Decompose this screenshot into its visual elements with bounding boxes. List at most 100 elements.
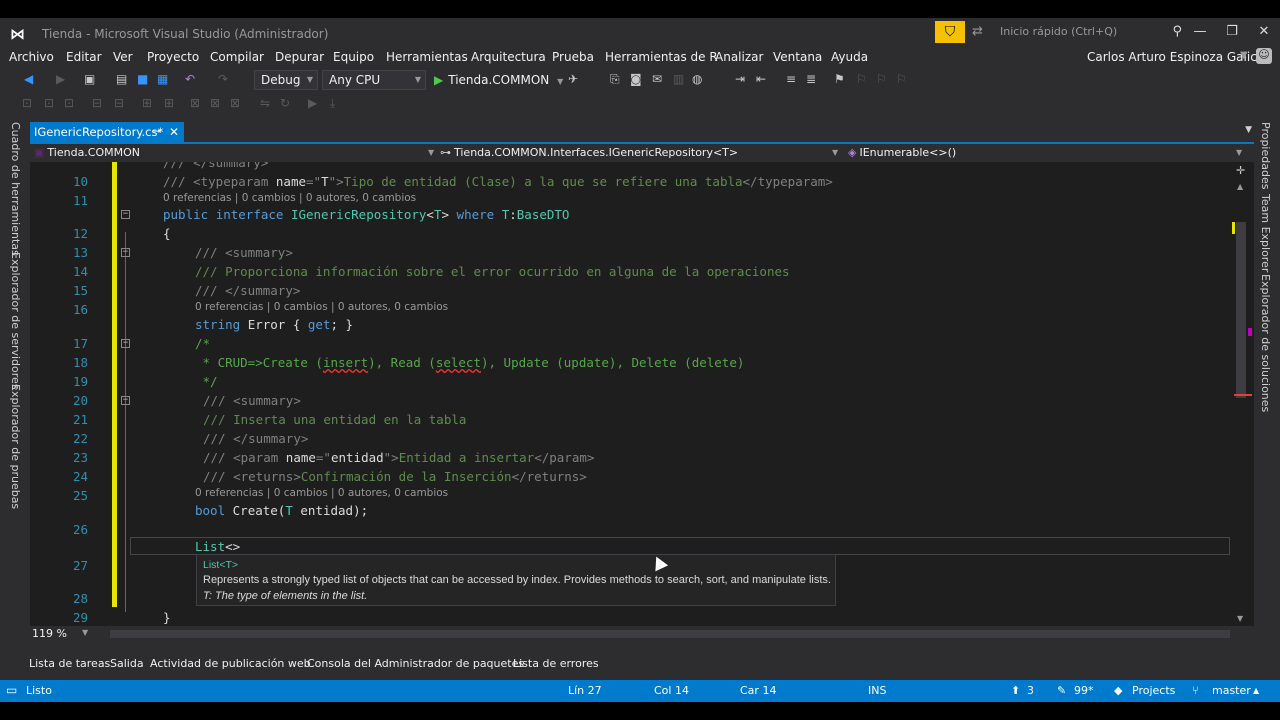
collapse-icon[interactable]: − bbox=[121, 396, 130, 405]
codelens-info[interactable]: 0 referencias | 0 cambios | 0 autores, 0… bbox=[195, 301, 448, 313]
step-icon-8[interactable]: ⊠ bbox=[190, 96, 200, 110]
camera-icon[interactable]: ◙ bbox=[630, 72, 642, 86]
new-project-icon[interactable]: ▣ bbox=[84, 72, 95, 86]
tab-task-list[interactable]: Lista de tareas bbox=[29, 657, 110, 670]
tab-package-manager-console[interactable]: Consola del Administrador de paquetes bbox=[307, 657, 524, 670]
run-dim-icon[interactable]: ▶ bbox=[308, 96, 317, 110]
bookmark-icon[interactable]: ⚑ bbox=[834, 72, 845, 86]
chevron-down-icon[interactable]: ▼ bbox=[1240, 50, 1248, 61]
publish-up-icon[interactable]: ⬆ bbox=[1011, 684, 1020, 697]
horizontal-scrollbar[interactable] bbox=[110, 630, 1230, 638]
menu-editar[interactable]: Editar bbox=[66, 50, 102, 64]
branch-icon[interactable]: ⑂ bbox=[1192, 684, 1199, 697]
menu-compilar[interactable]: Compilar bbox=[210, 50, 264, 64]
step-icon-2[interactable]: ⊡ bbox=[44, 96, 54, 110]
codelens-info[interactable]: 0 referencias | 0 cambios | 0 autores, 0… bbox=[163, 192, 416, 204]
step-icon-6[interactable]: ⊞ bbox=[142, 96, 152, 110]
redo-icon[interactable]: ↷ bbox=[218, 72, 228, 86]
test-explorer-tab[interactable]: Explorador de pruebas bbox=[9, 384, 22, 509]
step-icon-5[interactable]: ⊟ bbox=[114, 96, 124, 110]
toolbox-tab[interactable]: Cuadro de herramientas bbox=[9, 122, 22, 256]
step-icon-1[interactable]: ⊡ bbox=[22, 96, 32, 110]
scroll-thumb[interactable] bbox=[1236, 222, 1246, 398]
forward-icon[interactable]: ▶ bbox=[56, 72, 65, 86]
quick-launch-input[interactable]: Inicio rápido (Ctrl+Q) ⚲ bbox=[992, 21, 1188, 43]
step-icon-7[interactable]: ⊞ bbox=[164, 96, 174, 110]
menu-herramientas[interactable]: Herramientas bbox=[386, 50, 468, 64]
menu-herramientas-r[interactable]: Herramientas de R bbox=[605, 50, 718, 64]
tab-web-publish-activity[interactable]: Actividad de publicación web bbox=[150, 657, 311, 670]
team-explorer-tab[interactable]: Team Explorer bbox=[1259, 194, 1272, 272]
codelens-info[interactable]: 0 referencias | 0 cambios | 0 autores, 0… bbox=[195, 487, 448, 499]
step-icon-9[interactable]: ⊠ bbox=[210, 96, 220, 110]
menu-ver[interactable]: Ver bbox=[113, 50, 133, 64]
collapse-icon[interactable]: − bbox=[121, 339, 130, 348]
refresh-icon[interactable]: ↻ bbox=[280, 96, 290, 110]
pin-icon[interactable]: ⊸ bbox=[153, 122, 161, 142]
repository-name[interactable]: Projects bbox=[1132, 684, 1175, 697]
next-bookmark-icon[interactable]: ⚐ bbox=[876, 72, 887, 86]
step-icon-10[interactable]: ⊠ bbox=[230, 96, 240, 110]
solution-explorer-tab[interactable]: Explorador de soluciones bbox=[1259, 274, 1272, 412]
collapse-icon[interactable]: − bbox=[121, 210, 130, 219]
menu-analizar[interactable]: Analizar bbox=[715, 50, 763, 64]
menu-proyecto[interactable]: Proyecto bbox=[147, 50, 199, 64]
unpublished-count[interactable]: 3 bbox=[1027, 684, 1034, 697]
uncomment-icon[interactable]: ≣ bbox=[806, 72, 816, 86]
solution-platform-select[interactable]: Any CPU ▼ bbox=[322, 70, 426, 90]
notifications-filter-icon[interactable]: ⛉ bbox=[935, 21, 965, 43]
tab-error-list[interactable]: Lista de errores bbox=[513, 657, 599, 670]
outdent-icon[interactable]: ⇤ bbox=[756, 72, 766, 86]
code-editor[interactable]: 10 /// </summary> 11 /// <typeparam name… bbox=[30, 162, 1230, 626]
scroll-up-icon[interactable]: ▲ bbox=[1237, 182, 1243, 191]
step-icon-3[interactable]: ⊡ bbox=[64, 96, 74, 110]
member-nav-select[interactable]: ◈ IEnumerable<>() ▼ bbox=[848, 144, 1248, 162]
pending-changes-count[interactable]: 99* bbox=[1074, 684, 1094, 697]
collapse-icon[interactable]: − bbox=[121, 248, 130, 257]
start-button[interactable]: ▶ Tienda.COMMON ▼ bbox=[434, 70, 563, 90]
step-icon-4[interactable]: ⊟ bbox=[92, 96, 102, 110]
undo-icon[interactable]: ↶ bbox=[185, 72, 195, 86]
properties-tab[interactable]: Propiedades bbox=[1259, 122, 1272, 189]
chevron-up-icon[interactable]: ▲ bbox=[1253, 686, 1259, 695]
close-tab-icon[interactable]: ✕ bbox=[169, 122, 179, 142]
menu-equipo[interactable]: Equipo bbox=[333, 50, 374, 64]
menu-ayuda[interactable]: Ayuda bbox=[831, 50, 868, 64]
split-icon[interactable]: ✛ bbox=[1236, 164, 1245, 177]
comment-icon[interactable]: ≡ bbox=[786, 72, 796, 86]
menu-ventana[interactable]: Ventana bbox=[773, 50, 822, 64]
chevron-down-icon[interactable]: ▼ bbox=[82, 628, 88, 637]
type-nav-select[interactable]: ⊶ Tienda.COMMON.Interfaces.IGenericReposi… bbox=[440, 144, 844, 162]
indent-icon[interactable]: ⇥ bbox=[735, 72, 745, 86]
tab-output[interactable]: Salida bbox=[110, 657, 144, 670]
save-all-icon[interactable]: ▦ bbox=[157, 72, 168, 86]
clear-bookmarks-icon[interactable]: ⚐ bbox=[896, 72, 907, 86]
back-icon[interactable]: ◀ bbox=[24, 72, 33, 86]
open-file-icon[interactable]: ▤ bbox=[116, 72, 127, 86]
vertical-scrollbar[interactable]: ✛ ▲ ▼ bbox=[1230, 162, 1254, 626]
menu-prueba[interactable]: Prueba bbox=[552, 50, 594, 64]
scroll-down-icon[interactable]: ▼ bbox=[1237, 614, 1243, 623]
branch-name[interactable]: master bbox=[1212, 684, 1251, 697]
project-nav-select[interactable]: ▣ Tienda.COMMON ▼ bbox=[34, 144, 438, 162]
toolbox-icon-1[interactable]: ⎘ bbox=[610, 72, 620, 87]
tab-overflow-icon[interactable]: ▼ bbox=[1245, 125, 1252, 135]
account-icon[interactable]: ☺ bbox=[1256, 48, 1272, 64]
menu-arquitectura[interactable]: Arquitectura bbox=[471, 50, 546, 64]
minimize-button[interactable]: — bbox=[1186, 22, 1214, 42]
feedback-icon[interactable]: ⇄ bbox=[972, 24, 983, 39]
step-icon-11[interactable]: ⇋ bbox=[260, 96, 270, 110]
menu-depurar[interactable]: Depurar bbox=[275, 50, 324, 64]
tab-igenericrepository[interactable]: IGenericRepository.cs* ⊸ ✕ bbox=[30, 122, 184, 142]
zoom-level[interactable]: 119 % bbox=[32, 627, 67, 640]
pencil-icon[interactable]: ✎ bbox=[1057, 684, 1066, 697]
browser-link-icon[interactable]: ✈ bbox=[568, 72, 578, 86]
download-icon[interactable]: ⤓ bbox=[330, 96, 335, 111]
menu-archivo[interactable]: Archivo bbox=[9, 50, 54, 64]
grid-icon[interactable]: ▥ bbox=[673, 72, 684, 86]
maximize-button[interactable]: ❐ bbox=[1218, 22, 1246, 42]
server-explorer-tab[interactable]: Explorador de servidores bbox=[9, 252, 22, 390]
save-icon[interactable]: ■ bbox=[137, 72, 148, 86]
close-button[interactable]: ✕ bbox=[1250, 22, 1278, 42]
solution-configuration-select[interactable]: Debug ▼ bbox=[254, 70, 318, 90]
